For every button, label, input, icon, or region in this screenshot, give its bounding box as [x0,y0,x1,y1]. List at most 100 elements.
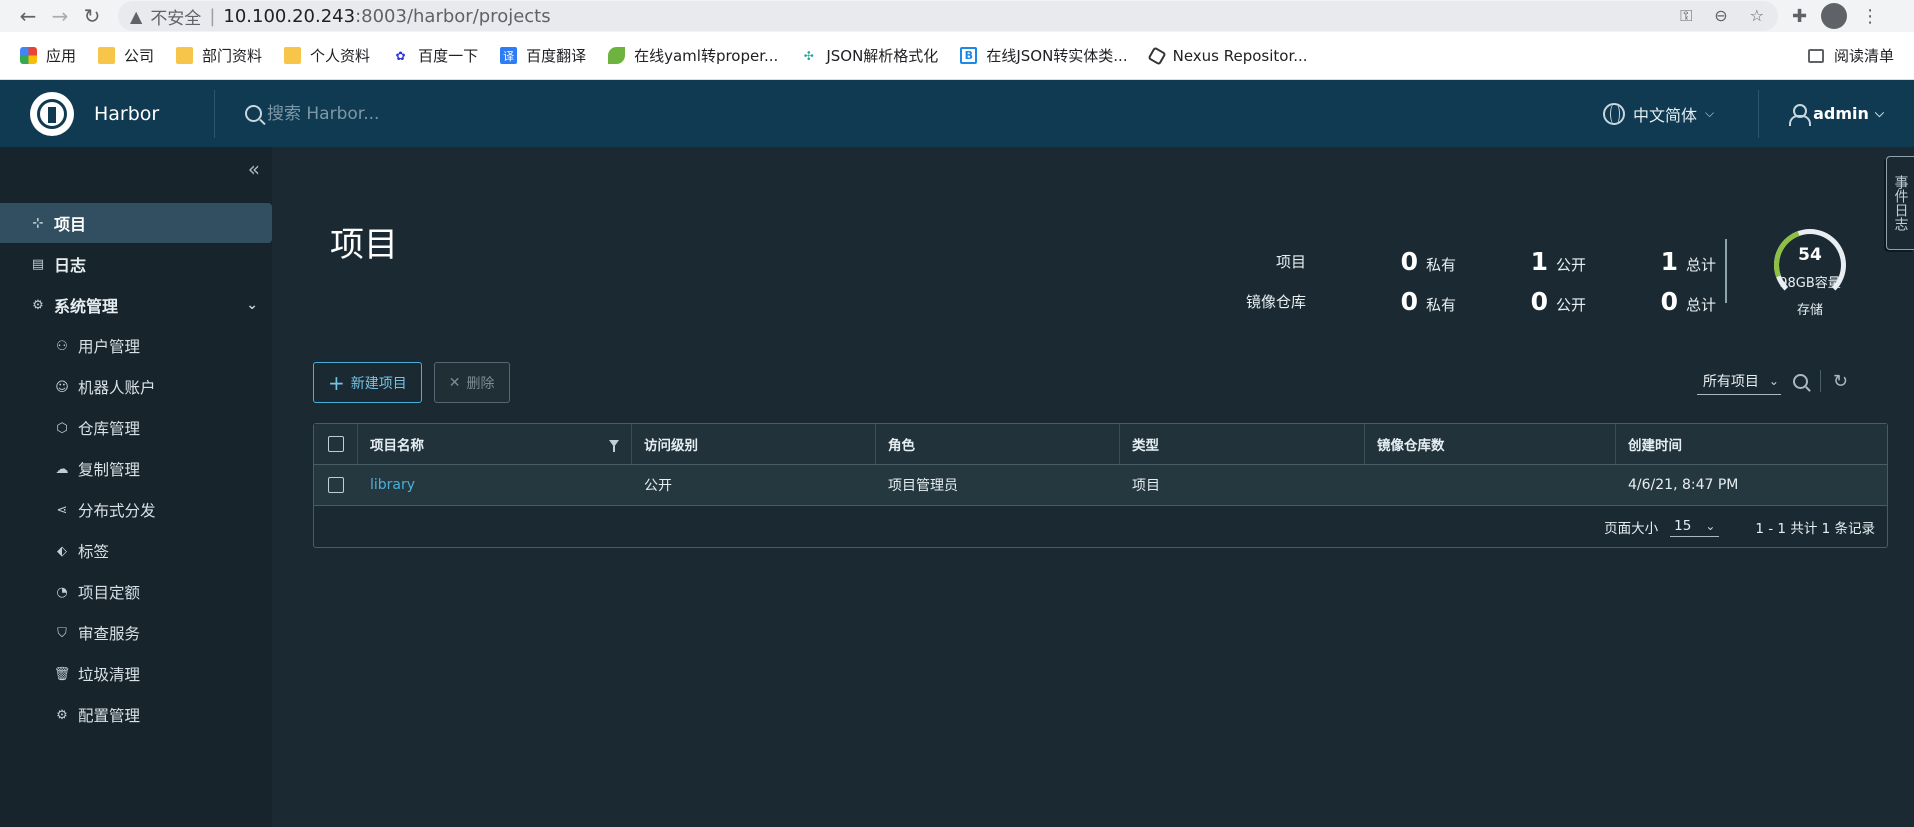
replication-icon: ☁ [55,461,69,477]
select-all-checkbox[interactable] [327,436,344,452]
created-time: 4/6/21, 8:47 PM [1628,477,1739,493]
new-project-button[interactable]: + 新建项目 [313,362,422,403]
sidebar-item-quotas[interactable]: ◔ 项目定额 [0,572,272,612]
folder-icon [176,47,194,64]
filter-icon[interactable] [609,440,619,452]
address-bar[interactable]: ▲ 不安全 | 10.100.20.243 :8003/harbor/proje… [118,1,1778,31]
warning-icon: ▲ [130,6,143,26]
page-title: 项目 [330,225,398,265]
extensions-icon[interactable]: ✚ [1792,6,1807,27]
sidebar-item-config[interactable]: ⚙ 配置管理 [0,695,272,735]
reload-icon[interactable]: ↻ [76,0,108,32]
project-type: 项目 [1132,478,1160,494]
column-header-role[interactable]: 角色 [876,424,1120,464]
zoom-icon[interactable]: ⊖ [1714,6,1727,26]
stats-divider [1725,239,1727,303]
table-footer: 页面大小 15 ⌄ 1 - 1 共计 1 条记录 [314,506,1887,547]
registry-icon: ⬡ [56,420,68,436]
projects-table: 项目名称 访问级别 角色 类型 镜像仓库数 创建时间 library 公开 项目… [313,423,1888,548]
search-input[interactable] [267,103,567,124]
forward-icon[interactable]: → [44,0,76,32]
role: 项目管理员 [888,478,958,494]
chevron-down-icon: ⌄ [1705,519,1716,533]
sidebar-item-replications[interactable]: ☁ 复制管理 [0,449,272,489]
brand-name[interactable]: Harbor [94,103,214,125]
storage-label: 存储 [1796,303,1823,318]
delete-button[interactable]: ✕ 删除 [433,362,510,403]
url-host: 10.100.20.243 [223,5,356,27]
bookmark-json[interactable]: ✣ JSON解析格式化 [800,45,939,66]
fanyi-icon: 译 [500,47,518,64]
gear-icon: ⚙ [56,707,68,723]
storage-gauge: 54 98GB容量 存储 [1762,217,1858,318]
event-log-tab[interactable]: 事件日志 [1886,156,1914,250]
storage-value: 54 [1798,245,1822,265]
sidebar-item-registries[interactable]: ⬡ 仓库管理 [0,408,272,448]
bookmark-nexus[interactable]: Nexus Repositor... [1147,45,1308,66]
table-row[interactable]: library 公开 项目管理员 项目 4/6/21, 8:47 PM [314,465,1887,506]
page-size-label: 页面大小 [1604,520,1659,537]
global-search[interactable] [245,103,567,124]
search-icon[interactable] [1792,373,1808,389]
url-path: :8003/harbor/projects [355,5,551,27]
bookmark-company[interactable]: 公司 [98,45,154,66]
collapse-sidebar-icon[interactable]: « [248,157,260,181]
profile-icon[interactable] [1821,3,1848,29]
sidebar-item-logs[interactable]: ▤ 日志 [0,244,272,284]
repos-public-count: 0 [1530,286,1548,316]
chevron-down-icon: ⌵ [1874,106,1884,120]
reading-list-icon [1807,48,1824,63]
column-header-type[interactable]: 类型 [1120,424,1365,464]
projects-public-count: 1 [1530,246,1548,276]
column-header-access[interactable]: 访问级别 [632,424,876,464]
access-level: 公开 [644,478,672,494]
harbor-logo[interactable] [30,91,74,136]
plus-icon: + [328,370,345,395]
baidu-icon: ✿ [395,48,406,63]
project-link[interactable]: library [370,477,415,493]
menu-icon[interactable]: ⋮ [1861,6,1879,27]
stat-label-repos: 镜像仓库 [1245,292,1306,311]
key-icon[interactable]: ⚿ [1680,6,1692,26]
bookmark-yaml[interactable]: 在线yaml转proper... [608,45,778,66]
sidebar-item-projects[interactable]: ⊹ 项目 [0,203,272,243]
page-size-select[interactable]: 15 ⌄ [1670,516,1720,537]
bookmark-apps[interactable]: 应用 [20,45,76,66]
bookmark-json-entity[interactable]: B 在线JSON转实体类... [960,45,1128,66]
star-icon[interactable]: ☆ [1750,6,1764,26]
sidebar-item-gc[interactable]: 🗑 垃圾清理 [0,654,272,694]
folder-icon [284,47,302,64]
sidebar-item-robots[interactable]: ☺ 机器人账户 [0,367,272,407]
quota-icon: ◔ [56,584,68,600]
user-menu[interactable]: admin ⌵ [1789,103,1884,126]
language-selector[interactable]: 中文简体 ⌵ [1602,102,1714,126]
search-icon [245,105,262,122]
sidebar-item-labels[interactable]: ⬖ 标签 [0,531,272,571]
column-header-repo-count[interactable]: 镜像仓库数 [1365,424,1616,464]
robot-icon: ☺ [55,379,69,395]
project-filter-select[interactable]: 所有项目 ⌄ [1696,367,1781,395]
bookmark-fanyi[interactable]: 译百度翻译 [500,45,586,66]
bookmark-personal[interactable]: 个人资料 [284,45,370,66]
app-header: Harbor 中文简体 ⌵ admin ⌵ [0,80,1914,147]
sidebar-item-scanners[interactable]: ⛉ 审查服务 [0,613,272,653]
users-icon: ⚇ [56,338,68,354]
reading-list[interactable]: 阅读清单 [1807,45,1894,66]
insecure-label: 不安全 [150,8,202,29]
sidebar-item-users[interactable]: ⚇ 用户管理 [0,326,272,366]
folder-icon [98,47,116,64]
repos-private-count: 0 [1400,286,1418,316]
filter-area: 所有项目 ⌄ ↻ [1696,367,1848,395]
back-icon[interactable]: ← [12,0,44,32]
row-checkbox[interactable] [328,477,344,493]
bookmark-dept[interactable]: 部门资料 [176,45,262,66]
nexus-icon [1147,45,1167,66]
bookmark-baidu[interactable]: ✿ 百度一下 [392,45,479,66]
column-header-created[interactable]: 创建时间 [1616,424,1887,464]
sidebar-item-admin[interactable]: ⚙ 系统管理 ⌄ [0,285,272,325]
projects-icon: ⊹ [32,215,44,231]
apps-icon [20,47,37,64]
sidebar-item-distribution[interactable]: ⋖ 分布式分发 [0,490,272,530]
refresh-icon[interactable]: ↻ [1833,371,1848,392]
column-header-name[interactable]: 项目名称 [358,424,632,464]
